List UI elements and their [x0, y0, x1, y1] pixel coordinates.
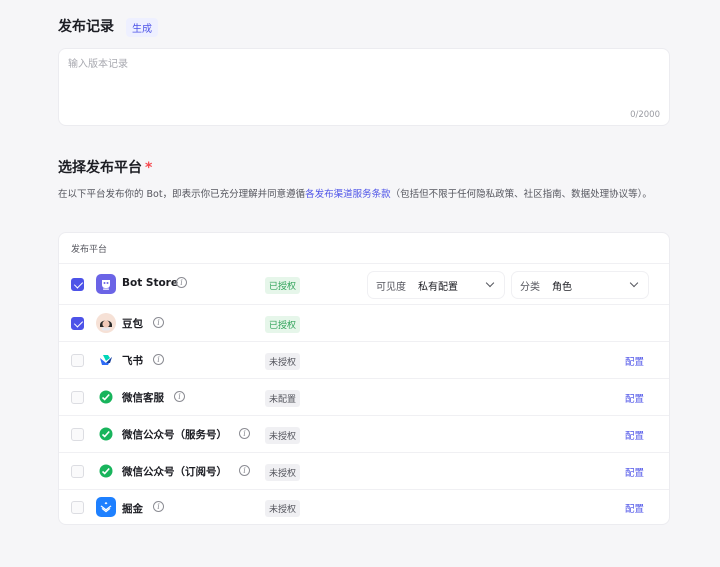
- platform-section-title: 选择发布平台 *: [58, 157, 152, 177]
- info-icon[interactable]: i: [239, 428, 250, 439]
- status-badge: 已授权: [265, 277, 301, 294]
- chevron-down-icon: [629, 278, 639, 288]
- platform-name: 微信客服: [122, 392, 164, 404]
- platform-name: Bot Store: [122, 277, 178, 289]
- info-icon[interactable]: i: [176, 277, 187, 288]
- status-badge: 未授权: [265, 500, 301, 517]
- terms-link[interactable]: 各发布渠道服务条款: [305, 189, 391, 200]
- platform-row-wechat-official-subscription: 微信公众号（订阅号） i 未授权 配置: [59, 453, 669, 490]
- wechat-icon: [96, 387, 116, 407]
- platform-name: 微信公众号（服务号）: [122, 429, 227, 441]
- info-icon[interactable]: i: [153, 354, 164, 365]
- platform-row-wechat-official-service: 微信公众号（服务号） i 未授权 配置: [59, 416, 669, 453]
- platform-row-wechat-service: 微信客服 i 未配置 配置: [59, 379, 669, 416]
- status-badge: 未授权: [265, 464, 301, 481]
- platform-checkbox[interactable]: [71, 317, 84, 330]
- status-badge: 未授权: [265, 427, 301, 444]
- status-badge: 已授权: [265, 316, 301, 333]
- platform-title-text: 选择发布平台: [58, 160, 142, 176]
- wechat-icon: [96, 461, 116, 481]
- doubao-avatar-icon: [96, 313, 116, 333]
- info-icon[interactable]: i: [153, 501, 164, 512]
- status-badge: 未配置: [265, 390, 301, 407]
- platform-name: 飞书: [122, 355, 143, 367]
- category-select[interactable]: 分类 角色: [512, 272, 648, 298]
- terms-prefix: 在以下平台发布你的 Bot，即表示你已充分理解并同意遵循: [58, 189, 306, 200]
- platform-name: 微信公众号（订阅号）: [122, 466, 227, 478]
- configure-link[interactable]: 配置: [625, 465, 644, 479]
- configure-link[interactable]: 配置: [625, 354, 644, 368]
- visibility-select[interactable]: 可见度 私有配置: [368, 272, 504, 298]
- info-icon[interactable]: i: [174, 391, 185, 402]
- juejin-icon: [96, 497, 116, 517]
- release-notes-input[interactable]: [59, 49, 669, 125]
- platform-checkbox[interactable]: [71, 278, 84, 291]
- feishu-icon: [96, 350, 116, 370]
- terms-suffix: （包括但不限于任何隐私政策、社区指南、数据处理协议等）。: [390, 189, 652, 200]
- platform-row-juejin: 掘金 i 未授权 配置: [59, 490, 669, 524]
- visibility-value: 私有配置: [418, 282, 458, 293]
- platform-checkbox[interactable]: [71, 391, 84, 404]
- platform-row-doubao: 豆包 i 已授权: [59, 305, 669, 342]
- wechat-icon: [96, 424, 116, 444]
- platform-name: 豆包: [122, 318, 143, 330]
- platform-row-feishu: 飞书 i 未授权 配置: [59, 342, 669, 379]
- visibility-label: 可见度: [376, 282, 406, 293]
- required-mark: *: [145, 160, 153, 176]
- platform-checkbox[interactable]: [71, 501, 84, 514]
- generate-button[interactable]: 生成: [126, 18, 158, 37]
- platform-name: 掘金: [122, 503, 143, 515]
- platform-checkbox[interactable]: [71, 465, 84, 478]
- info-icon[interactable]: i: [239, 465, 250, 476]
- info-icon[interactable]: i: [153, 317, 164, 328]
- configure-link[interactable]: 配置: [625, 391, 644, 405]
- platform-checkbox[interactable]: [71, 354, 84, 367]
- platform-table: 发布平台 Bot Store i 已授权 可见度 私有配置 分类 角色 豆包 i…: [58, 232, 670, 525]
- category-value: 角色: [552, 282, 572, 293]
- status-badge: 未授权: [265, 353, 301, 370]
- release-notes-title: 发布记录: [58, 19, 114, 35]
- bot-store-icon: [96, 274, 116, 294]
- char-counter: 0/2000: [630, 110, 660, 120]
- platform-row-bot-store: Bot Store i 已授权 可见度 私有配置 分类 角色: [59, 264, 669, 305]
- configure-link[interactable]: 配置: [625, 428, 644, 442]
- terms-description: 在以下平台发布你的 Bot，即表示你已充分理解并同意遵循各发布渠道服务条款（包括…: [58, 187, 670, 203]
- configure-link[interactable]: 配置: [625, 501, 644, 515]
- chevron-down-icon: [485, 278, 495, 288]
- category-label: 分类: [520, 282, 540, 293]
- release-notes-box: 0/2000: [58, 48, 670, 126]
- platform-checkbox[interactable]: [71, 428, 84, 441]
- table-header: 发布平台: [59, 233, 669, 264]
